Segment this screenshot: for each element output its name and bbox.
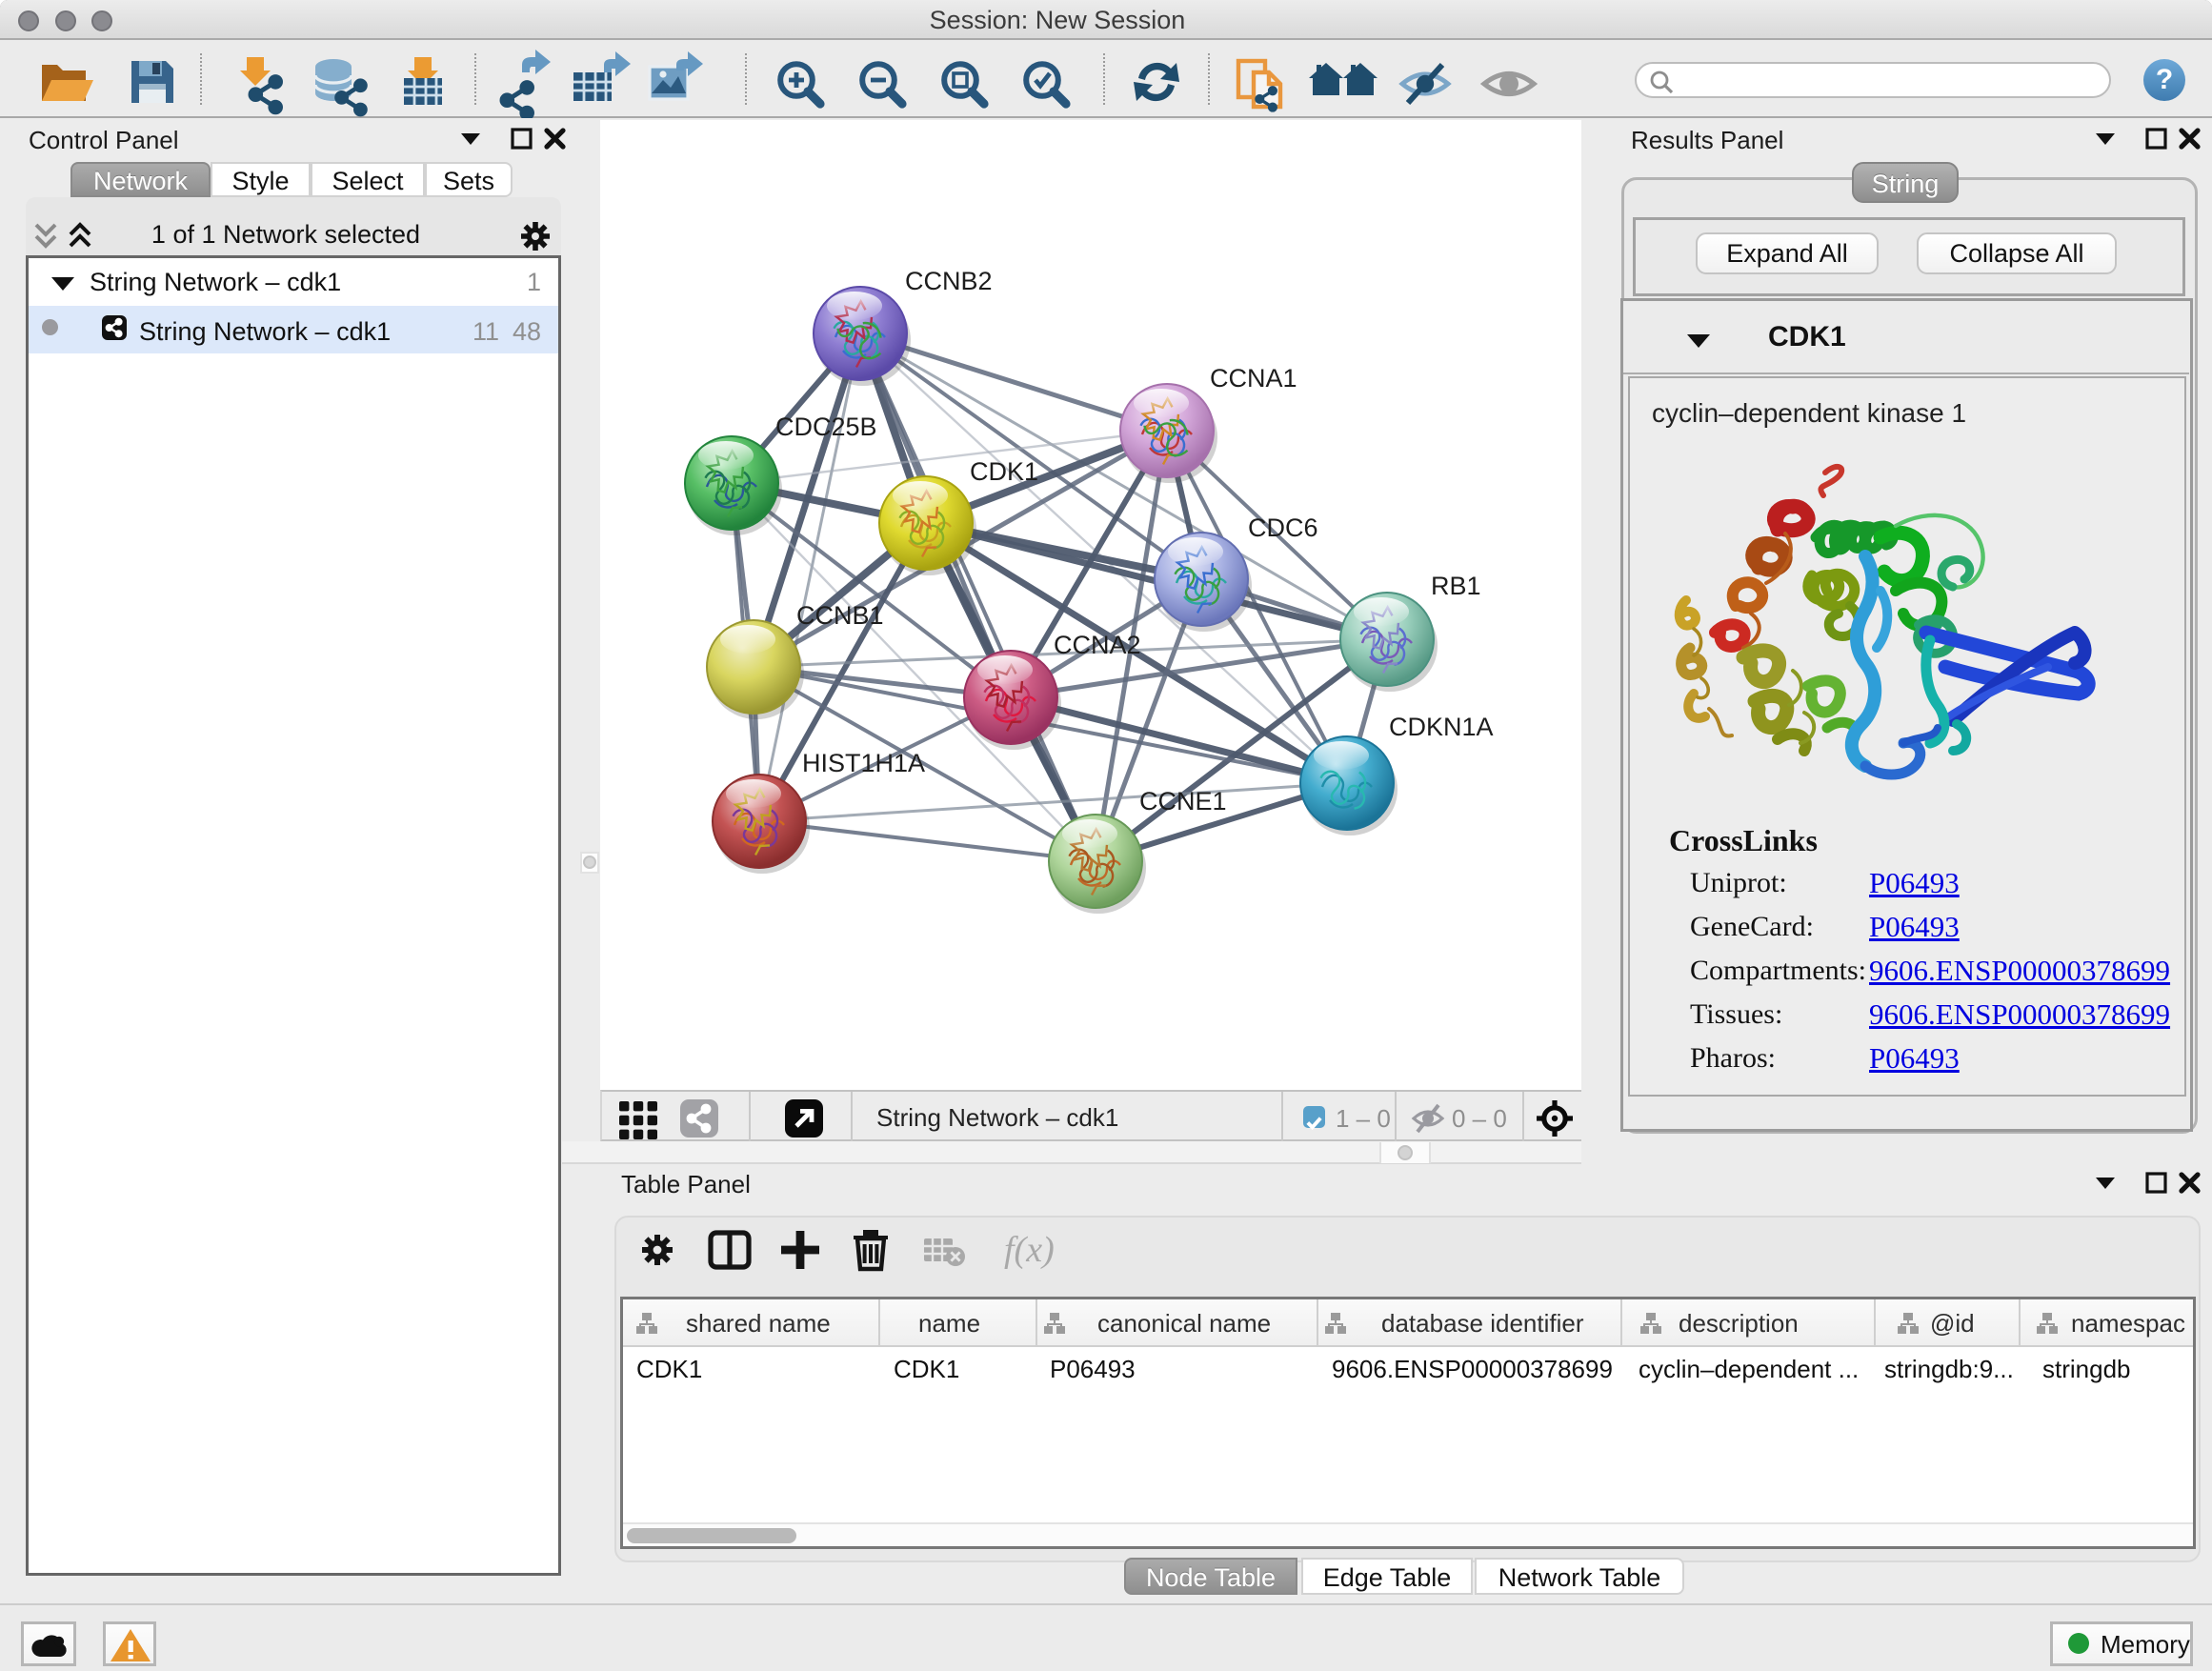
svg-text:f(x): f(x) (1004, 1230, 1055, 1270)
svg-text:RB1: RB1 (1431, 572, 1481, 600)
svg-text:CDC6: CDC6 (1248, 513, 1318, 542)
svg-text:CDKN1A: CDKN1A (1389, 713, 1494, 741)
svg-text:CCNA2: CCNA2 (1054, 631, 1141, 659)
svg-text:CCNB1: CCNB1 (796, 601, 884, 630)
svg-text:namespac: namespac (2071, 1309, 2185, 1338)
svg-text:@id: @id (1930, 1309, 1975, 1338)
svg-text:canonical name: canonical name (1097, 1309, 1271, 1338)
svg-text:shared name: shared name (686, 1309, 831, 1338)
svg-text:CDK1: CDK1 (970, 457, 1038, 486)
svg-text:HIST1H1A: HIST1H1A (802, 749, 925, 777)
svg-text:database identifier: database identifier (1381, 1309, 1584, 1338)
svg-text:name: name (918, 1309, 980, 1338)
svg-text:CDC25B: CDC25B (775, 413, 877, 441)
svg-text:description: description (1679, 1309, 1799, 1338)
svg-text:CCNB2: CCNB2 (905, 267, 993, 295)
svg-text:CCNA1: CCNA1 (1210, 364, 1297, 393)
svg-text:CCNE1: CCNE1 (1139, 787, 1227, 815)
